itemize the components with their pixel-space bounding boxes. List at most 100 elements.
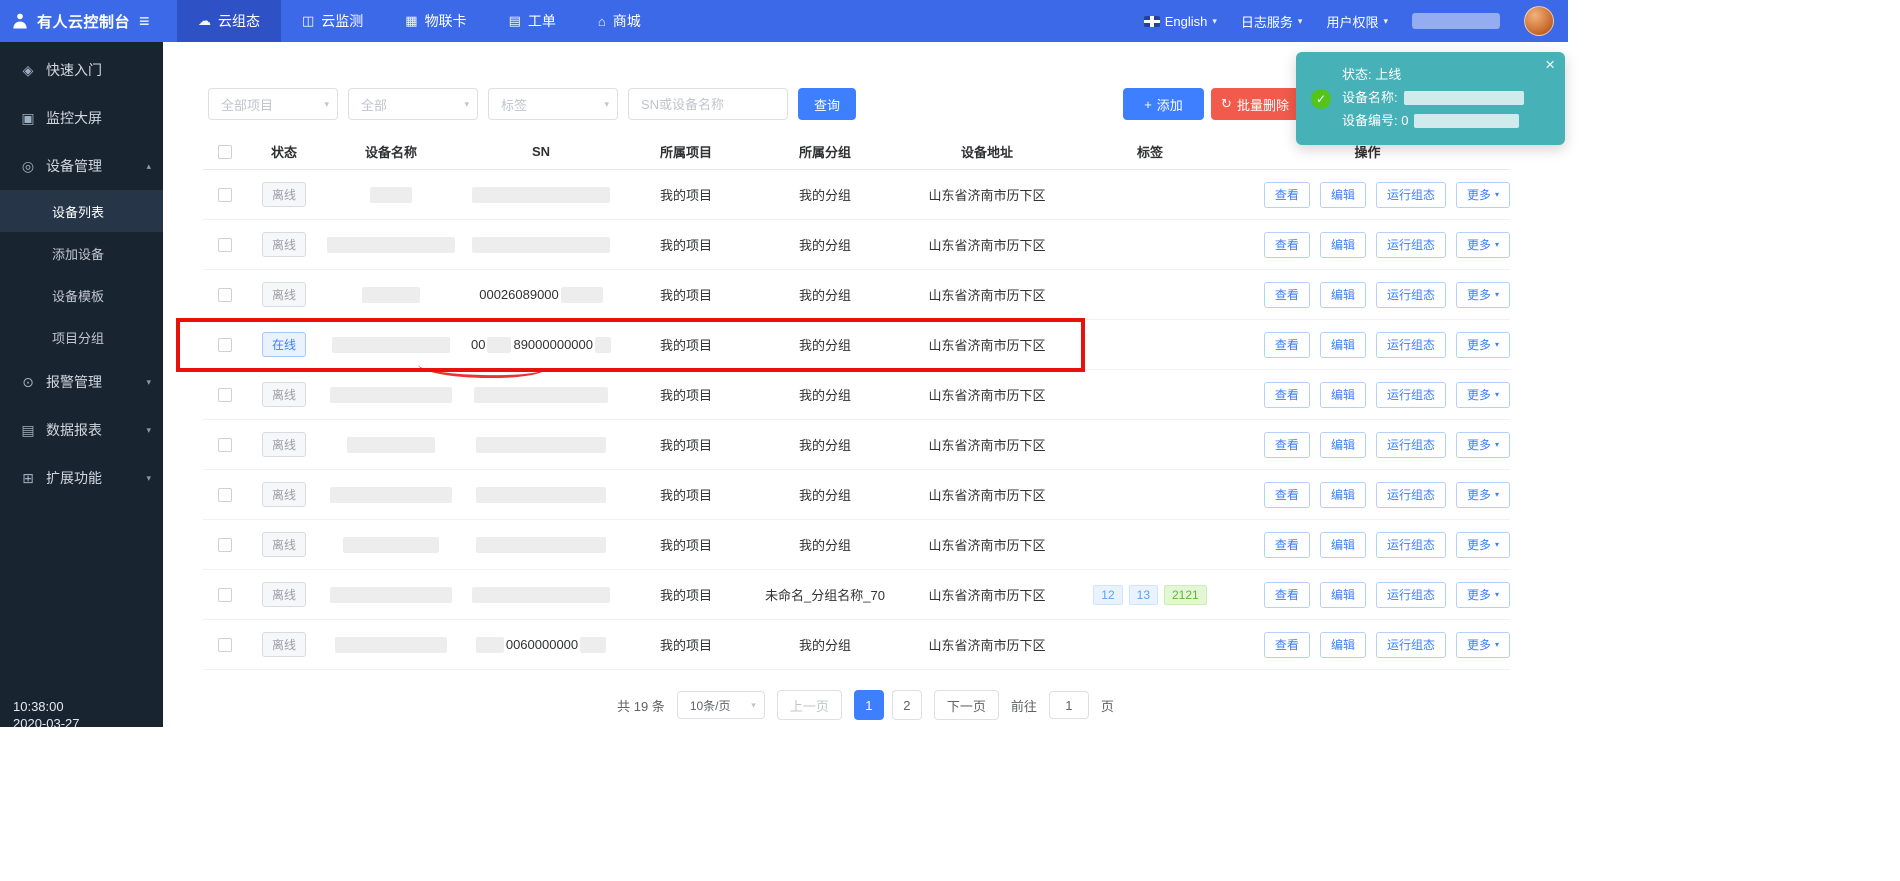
redacted-device-name	[330, 587, 452, 603]
tab-云监测[interactable]: ◫云监测	[281, 0, 384, 42]
view-button[interactable]: 查看	[1264, 532, 1310, 558]
edit-button[interactable]: 编辑	[1320, 182, 1366, 208]
avatar[interactable]	[1524, 6, 1554, 36]
view-button[interactable]: 查看	[1264, 382, 1310, 408]
toast-close-icon[interactable]: ×	[1545, 55, 1555, 75]
view-button[interactable]: 查看	[1264, 582, 1310, 608]
tab-工单[interactable]: ▤工单	[488, 0, 577, 42]
edit-button[interactable]: 编辑	[1320, 332, 1366, 358]
edit-button[interactable]: 编辑	[1320, 532, 1366, 558]
prev-page-button[interactable]: 上一页	[777, 690, 842, 720]
edit-button[interactable]: 编辑	[1320, 282, 1366, 308]
scope-select[interactable]: 全部 ▾	[348, 88, 478, 120]
more-button[interactable]: 更多 ▾	[1456, 432, 1510, 458]
view-button[interactable]: 查看	[1264, 282, 1310, 308]
edit-button[interactable]: 编辑	[1320, 432, 1366, 458]
more-button[interactable]: 更多 ▾	[1456, 632, 1510, 658]
menu-toggle-icon[interactable]: ≡	[139, 11, 150, 32]
device-name-cell	[321, 187, 461, 203]
next-page-button[interactable]: 下一页	[934, 690, 999, 720]
more-button[interactable]: 更多 ▾	[1456, 582, 1510, 608]
edit-button[interactable]: 编辑	[1320, 232, 1366, 258]
project-select[interactable]: 全部项目 ▾	[208, 88, 338, 120]
query-button[interactable]: 查询	[798, 88, 856, 120]
more-button[interactable]: 更多 ▾	[1456, 482, 1510, 508]
batch-delete-button[interactable]: ↻ 批量删除	[1211, 88, 1299, 120]
more-button[interactable]: 更多 ▾	[1456, 532, 1510, 558]
logo[interactable]: 有人云控制台 ≡	[0, 11, 163, 32]
more-button[interactable]: 更多 ▾	[1456, 232, 1510, 258]
more-button[interactable]: 更多 ▾	[1456, 382, 1510, 408]
tab-商城[interactable]: ⌂商城	[577, 0, 662, 42]
row-checkbox[interactable]	[218, 288, 232, 302]
more-button[interactable]: 更多 ▾	[1456, 332, 1510, 358]
address-cell: 山东省济南市历下区	[899, 385, 1075, 404]
row-checkbox[interactable]	[218, 638, 232, 652]
run-scada-button[interactable]: 运行组态	[1376, 432, 1446, 458]
row-actions: 查看编辑运行组态更多 ▾	[1225, 632, 1510, 658]
address-cell: 山东省济南市历下区	[899, 335, 1075, 354]
view-button[interactable]: 查看	[1264, 632, 1310, 658]
view-button[interactable]: 查看	[1264, 232, 1310, 258]
run-scada-button[interactable]: 运行组态	[1376, 332, 1446, 358]
sidebar-subitem-添加设备[interactable]: 添加设备	[0, 232, 163, 274]
sidebar-subitem-设备模板[interactable]: 设备模板	[0, 274, 163, 316]
status-badge: 离线	[262, 382, 306, 407]
run-scada-button[interactable]: 运行组态	[1376, 282, 1446, 308]
page-size-select[interactable]: 10条/页 ▾	[677, 691, 765, 719]
sidebar-item-监控大屏[interactable]: ▣监控大屏	[0, 94, 163, 142]
page-button-1[interactable]: 1	[854, 690, 884, 720]
row-checkbox[interactable]	[218, 588, 232, 602]
run-scada-button[interactable]: 运行组态	[1376, 532, 1446, 558]
page-button-2[interactable]: 2	[892, 690, 922, 720]
more-button[interactable]: 更多 ▾	[1456, 182, 1510, 208]
sidebar-nav: ◈快速入门▣监控大屏◎设备管理▴设备列表添加设备设备模板项目分组⊙报警管理▾▤数…	[0, 42, 163, 502]
row-checkbox[interactable]	[218, 538, 232, 552]
run-scada-button[interactable]: 运行组态	[1376, 632, 1446, 658]
sidebar-item-快速入门[interactable]: ◈快速入门	[0, 46, 163, 94]
row-checkbox[interactable]	[218, 338, 232, 352]
topbar-menu-English[interactable]: English▾	[1144, 14, 1217, 29]
sidebar-subitem-项目分组[interactable]: 项目分组	[0, 316, 163, 358]
run-scada-button[interactable]: 运行组态	[1376, 382, 1446, 408]
chevron-down-icon: ▾	[324, 99, 329, 110]
tag-select[interactable]: 标签 ▾	[488, 88, 618, 120]
sidebar-item-数据报表[interactable]: ▤数据报表▾	[0, 406, 163, 454]
run-scada-button[interactable]: 运行组态	[1376, 582, 1446, 608]
row-checkbox[interactable]	[218, 388, 232, 402]
sidebar-item-报警管理[interactable]: ⊙报警管理▾	[0, 358, 163, 406]
device-name-cell	[321, 337, 461, 353]
edit-button[interactable]: 编辑	[1320, 482, 1366, 508]
view-button[interactable]: 查看	[1264, 182, 1310, 208]
run-scada-button[interactable]: 运行组态	[1376, 182, 1446, 208]
sidebar-item-设备管理[interactable]: ◎设备管理▴	[0, 142, 163, 190]
row-checkbox[interactable]	[218, 188, 232, 202]
sidebar-item-扩展功能[interactable]: ⊞扩展功能▾	[0, 454, 163, 502]
select-all-checkbox[interactable]	[218, 145, 232, 159]
view-button[interactable]: 查看	[1264, 332, 1310, 358]
search-input[interactable]	[628, 88, 788, 120]
edit-button[interactable]: 编辑	[1320, 382, 1366, 408]
sidebar-subitem-设备列表[interactable]: 设备列表	[0, 190, 163, 232]
view-button[interactable]: 查看	[1264, 482, 1310, 508]
goto-page-input[interactable]	[1049, 691, 1089, 719]
edit-button[interactable]: 编辑	[1320, 582, 1366, 608]
row-checkbox[interactable]	[218, 488, 232, 502]
tab-云组态[interactable]: ☁云组态	[177, 0, 281, 42]
add-button[interactable]: + 添加	[1123, 88, 1204, 120]
status-badge: 离线	[262, 582, 306, 607]
tab-label: 工单	[528, 11, 556, 31]
run-scada-button[interactable]: 运行组态	[1376, 482, 1446, 508]
topbar-menu-用户权限[interactable]: 用户权限▾	[1326, 12, 1388, 31]
sn-text: 89000000000	[513, 337, 593, 352]
row-actions: 查看编辑运行组态更多 ▾	[1225, 232, 1510, 258]
edit-button[interactable]: 编辑	[1320, 632, 1366, 658]
tab-物联卡[interactable]: ▦物联卡	[384, 0, 487, 42]
run-scada-button[interactable]: 运行组态	[1376, 232, 1446, 258]
view-button[interactable]: 查看	[1264, 432, 1310, 458]
more-button[interactable]: 更多 ▾	[1456, 282, 1510, 308]
row-checkbox[interactable]	[218, 438, 232, 452]
row-checkbox[interactable]	[218, 238, 232, 252]
redacted-sn	[476, 487, 606, 503]
topbar-menu-日志服务[interactable]: 日志服务▾	[1241, 12, 1303, 31]
